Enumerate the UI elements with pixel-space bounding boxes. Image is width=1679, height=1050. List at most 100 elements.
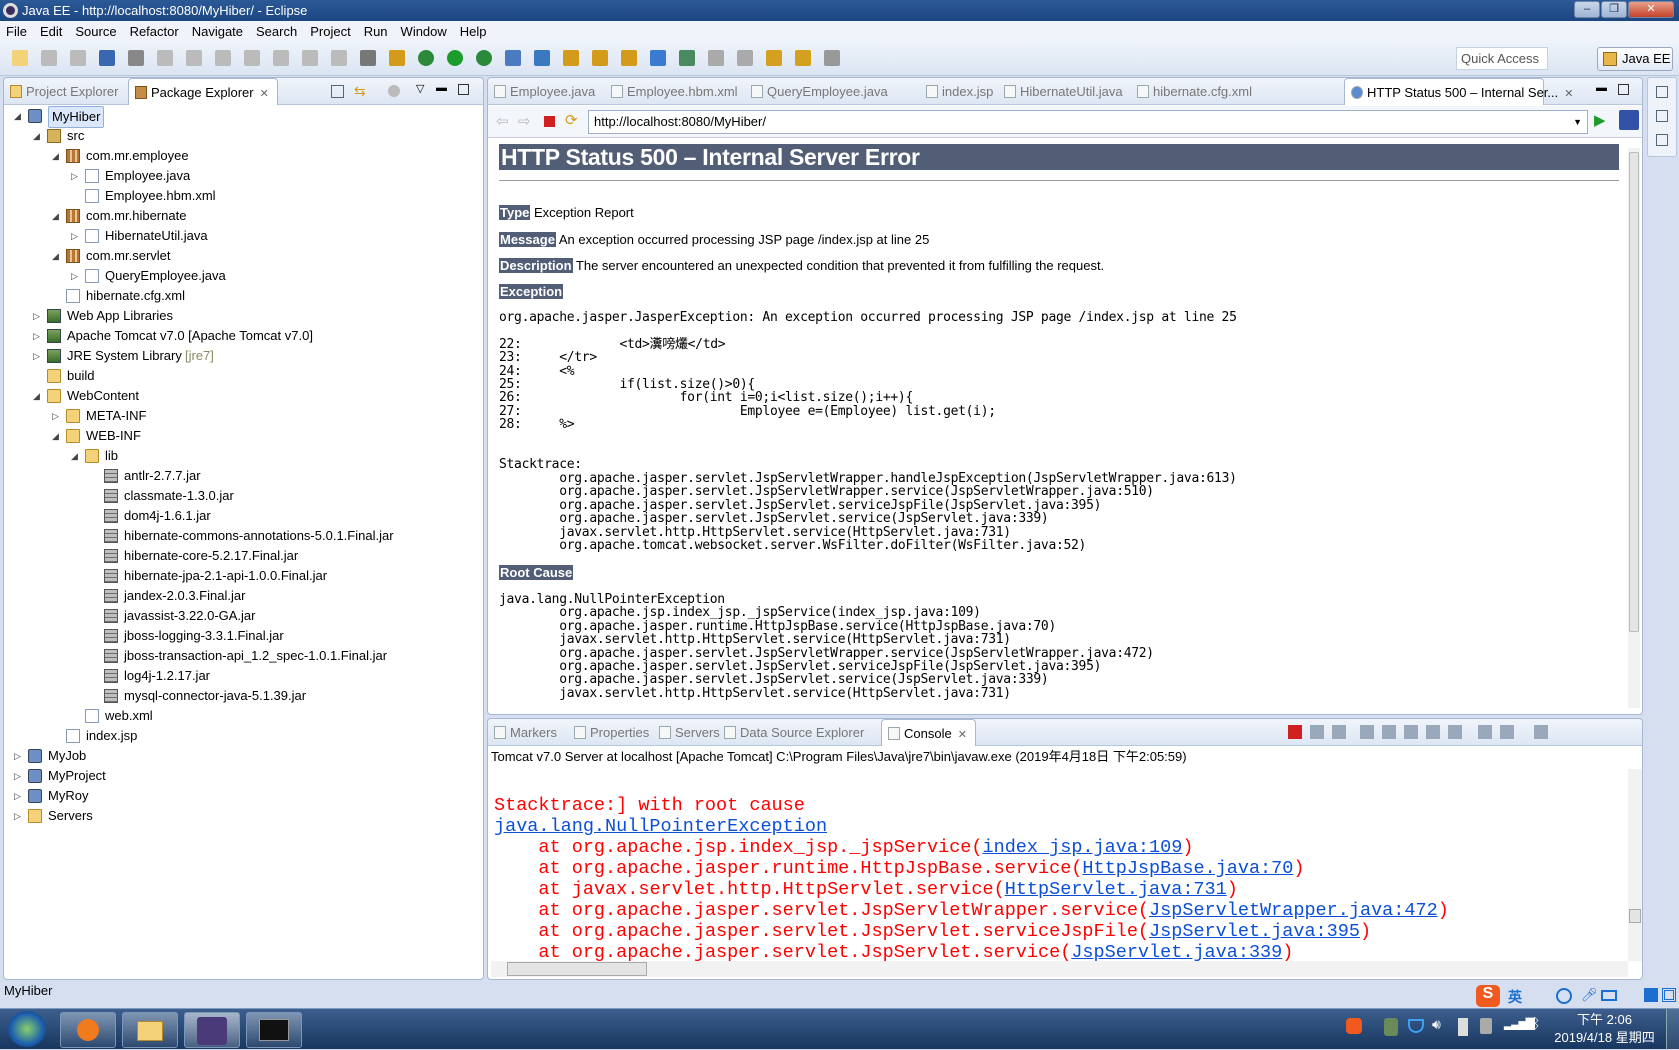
console-link[interactable]: index_jsp.java:109	[983, 837, 1183, 858]
url-input[interactable]: http://localhost:8080/MyHiber/▼	[588, 110, 1588, 134]
tab-servers[interactable]: Servers	[653, 719, 720, 746]
disconnect-icon[interactable]	[244, 50, 260, 66]
tree-item[interactable]: ◢ lib	[4, 446, 474, 466]
console-icon[interactable]	[99, 50, 115, 66]
console-link[interactable]: JspServlet.java:339	[1071, 942, 1282, 961]
tree-item[interactable]: hibernate-commons-annotations-5.0.1.Fina…	[4, 526, 474, 546]
menu-file[interactable]: File	[6, 24, 27, 39]
tree-item[interactable]: build	[4, 366, 474, 386]
tree-item[interactable]: hibernate-jpa-2.1-api-1.0.0.Final.jar	[4, 566, 474, 586]
step-over-icon[interactable]	[302, 50, 318, 66]
tab-properties[interactable]: Properties	[568, 719, 650, 746]
taskbar-eclipse[interactable]	[184, 1012, 240, 1048]
tree-item[interactable]: ▷ MyJob	[4, 746, 474, 766]
collapsed-arrow-icon[interactable]: ▷	[14, 766, 24, 786]
collapsed-arrow-icon[interactable]: ▷	[14, 806, 24, 826]
debug-icon[interactable]	[418, 50, 434, 66]
tree-item[interactable]: ◢ src	[4, 126, 474, 146]
expanded-arrow-icon[interactable]: ◢	[71, 446, 81, 466]
tree-item[interactable]: ◢ com.mr.employee	[4, 146, 474, 166]
tree-item[interactable]: ◢ com.mr.servlet	[4, 246, 474, 266]
restore-button[interactable]: ❐	[1601, 1, 1627, 18]
tree-item[interactable]: log4j-1.2.17.jar	[4, 666, 474, 686]
tree-item[interactable]: javassist-3.22.0-GA.jar	[4, 606, 474, 626]
scroll-lock-icon[interactable]	[1382, 725, 1396, 739]
tree-item[interactable]: dom4j-1.6.1.jar	[4, 506, 474, 526]
tree-item[interactable]: index.jsp	[4, 726, 474, 746]
new-icon[interactable]	[12, 50, 28, 66]
editor-tab[interactable]: Employee.hbm.xml	[605, 78, 740, 105]
tray-security-icon[interactable]	[1408, 1019, 1424, 1033]
console-link[interactable]: JspServletWrapper.java:472	[1149, 900, 1438, 921]
forward-icon[interactable]: ⇨	[518, 112, 531, 130]
menu-search[interactable]: Search	[256, 24, 297, 39]
expanded-arrow-icon[interactable]: ◢	[52, 246, 62, 266]
open-console-icon[interactable]	[1534, 725, 1548, 739]
collapsed-arrow-icon[interactable]: ▷	[52, 406, 62, 426]
step-into-icon[interactable]	[273, 50, 289, 66]
close-tab-icon[interactable]: ✕	[1564, 88, 1573, 100]
task-list-icon[interactable]	[1656, 134, 1668, 146]
tree-item[interactable]: mysql-connector-java-5.1.39.jar	[4, 686, 474, 706]
tree-item[interactable]: ▷ META-INF	[4, 406, 474, 426]
close-tab-icon[interactable]: ✕	[958, 729, 967, 741]
bluetooth-icon[interactable]: ᛒ	[1532, 1015, 1540, 1031]
show-on-stderr-icon[interactable]	[1448, 725, 1462, 739]
tab-package-explorer[interactable]: Package Explorer ✕	[128, 78, 278, 105]
close-button[interactable]: ✕	[1628, 1, 1674, 18]
tree-item[interactable]: jboss-logging-3.3.1.Final.jar	[4, 626, 474, 646]
tree-item[interactable]: jboss-transaction-api_1.2_spec-1.0.1.Fin…	[4, 646, 474, 666]
scrollbar-thumb[interactable]	[1629, 909, 1641, 923]
pin-icon[interactable]	[737, 50, 753, 66]
menu-source[interactable]: Source	[75, 24, 116, 39]
sogou-icon[interactable]: S	[1476, 985, 1500, 1007]
tab-console[interactable]: Console ✕	[881, 719, 976, 746]
scrollbar-thumb[interactable]	[507, 962, 647, 976]
collapsed-arrow-icon[interactable]: ▷	[71, 226, 81, 246]
collapsed-arrow-icon[interactable]: ▷	[14, 746, 24, 766]
show-on-stdout-icon[interactable]	[1426, 725, 1440, 739]
menu-help[interactable]: Help	[460, 24, 487, 39]
collapsed-arrow-icon[interactable]: ▷	[33, 326, 43, 346]
editor-tab[interactable]: hibernate.cfg.xml	[1131, 78, 1271, 105]
tree-item[interactable]: ▷ QueryEmployee.java	[4, 266, 474, 286]
editor-tab[interactable]: HibernateUtil.java	[998, 78, 1126, 105]
tree-item[interactable]: Employee.hbm.xml	[4, 186, 474, 206]
editor-tab[interactable]: HTTP Status 500 – Internal Ser... ✕	[1344, 78, 1573, 105]
open-task-icon[interactable]	[592, 50, 608, 66]
word-wrap-icon[interactable]	[1404, 725, 1418, 739]
save-all-icon[interactable]	[70, 50, 86, 66]
pin-console-icon[interactable]	[1478, 725, 1492, 739]
collapsed-arrow-icon[interactable]: ▷	[14, 786, 24, 806]
browser-menu-icon[interactable]	[1619, 110, 1639, 130]
tree-item[interactable]: hibernate.cfg.xml	[4, 286, 474, 306]
remove-all-terminated-icon[interactable]	[1332, 725, 1346, 739]
run-server-icon[interactable]	[476, 50, 492, 66]
tab-project-explorer[interactable]: Project Explorer	[4, 78, 128, 105]
stop-icon[interactable]	[544, 116, 555, 127]
page-scrollbar[interactable]	[1628, 148, 1640, 708]
next-annotation-icon[interactable]	[679, 50, 695, 66]
expanded-arrow-icon[interactable]: ◢	[52, 426, 62, 446]
remove-launch-icon[interactable]	[1310, 725, 1324, 739]
collapsed-arrow-icon[interactable]: ▷	[33, 306, 43, 326]
focus-icon[interactable]	[388, 85, 400, 97]
network-icon[interactable]: ▂▃▅▇	[1504, 1016, 1535, 1030]
taskbar-explorer[interactable]	[122, 1012, 178, 1048]
keyboard-icon[interactable]	[1601, 990, 1617, 1001]
toolbox-icon[interactable]	[1662, 988, 1676, 1002]
minimize-button[interactable]: –	[1574, 1, 1600, 18]
open-type-icon[interactable]	[563, 50, 579, 66]
restore-icon[interactable]	[1656, 86, 1668, 98]
editor-tab[interactable]: QueryEmployee.java	[745, 78, 915, 105]
close-tab-icon[interactable]: ✕	[260, 88, 269, 100]
tree-item[interactable]: ▷ MyRoy	[4, 786, 474, 806]
tree-item[interactable]: ▷ Apache Tomcat v7.0 [Apache Tomcat v7.0]	[4, 326, 474, 346]
collapse-all-icon[interactable]	[331, 85, 344, 98]
expanded-arrow-icon[interactable]: ◢	[52, 206, 62, 226]
expanded-arrow-icon[interactable]: ◢	[14, 106, 24, 126]
emoji-icon[interactable]	[1556, 988, 1572, 1004]
maximize-editor-icon[interactable]	[1618, 84, 1629, 95]
tree-item[interactable]: ◢ WebContent	[4, 386, 474, 406]
editor-tab[interactable]: index.jsp	[920, 78, 995, 105]
